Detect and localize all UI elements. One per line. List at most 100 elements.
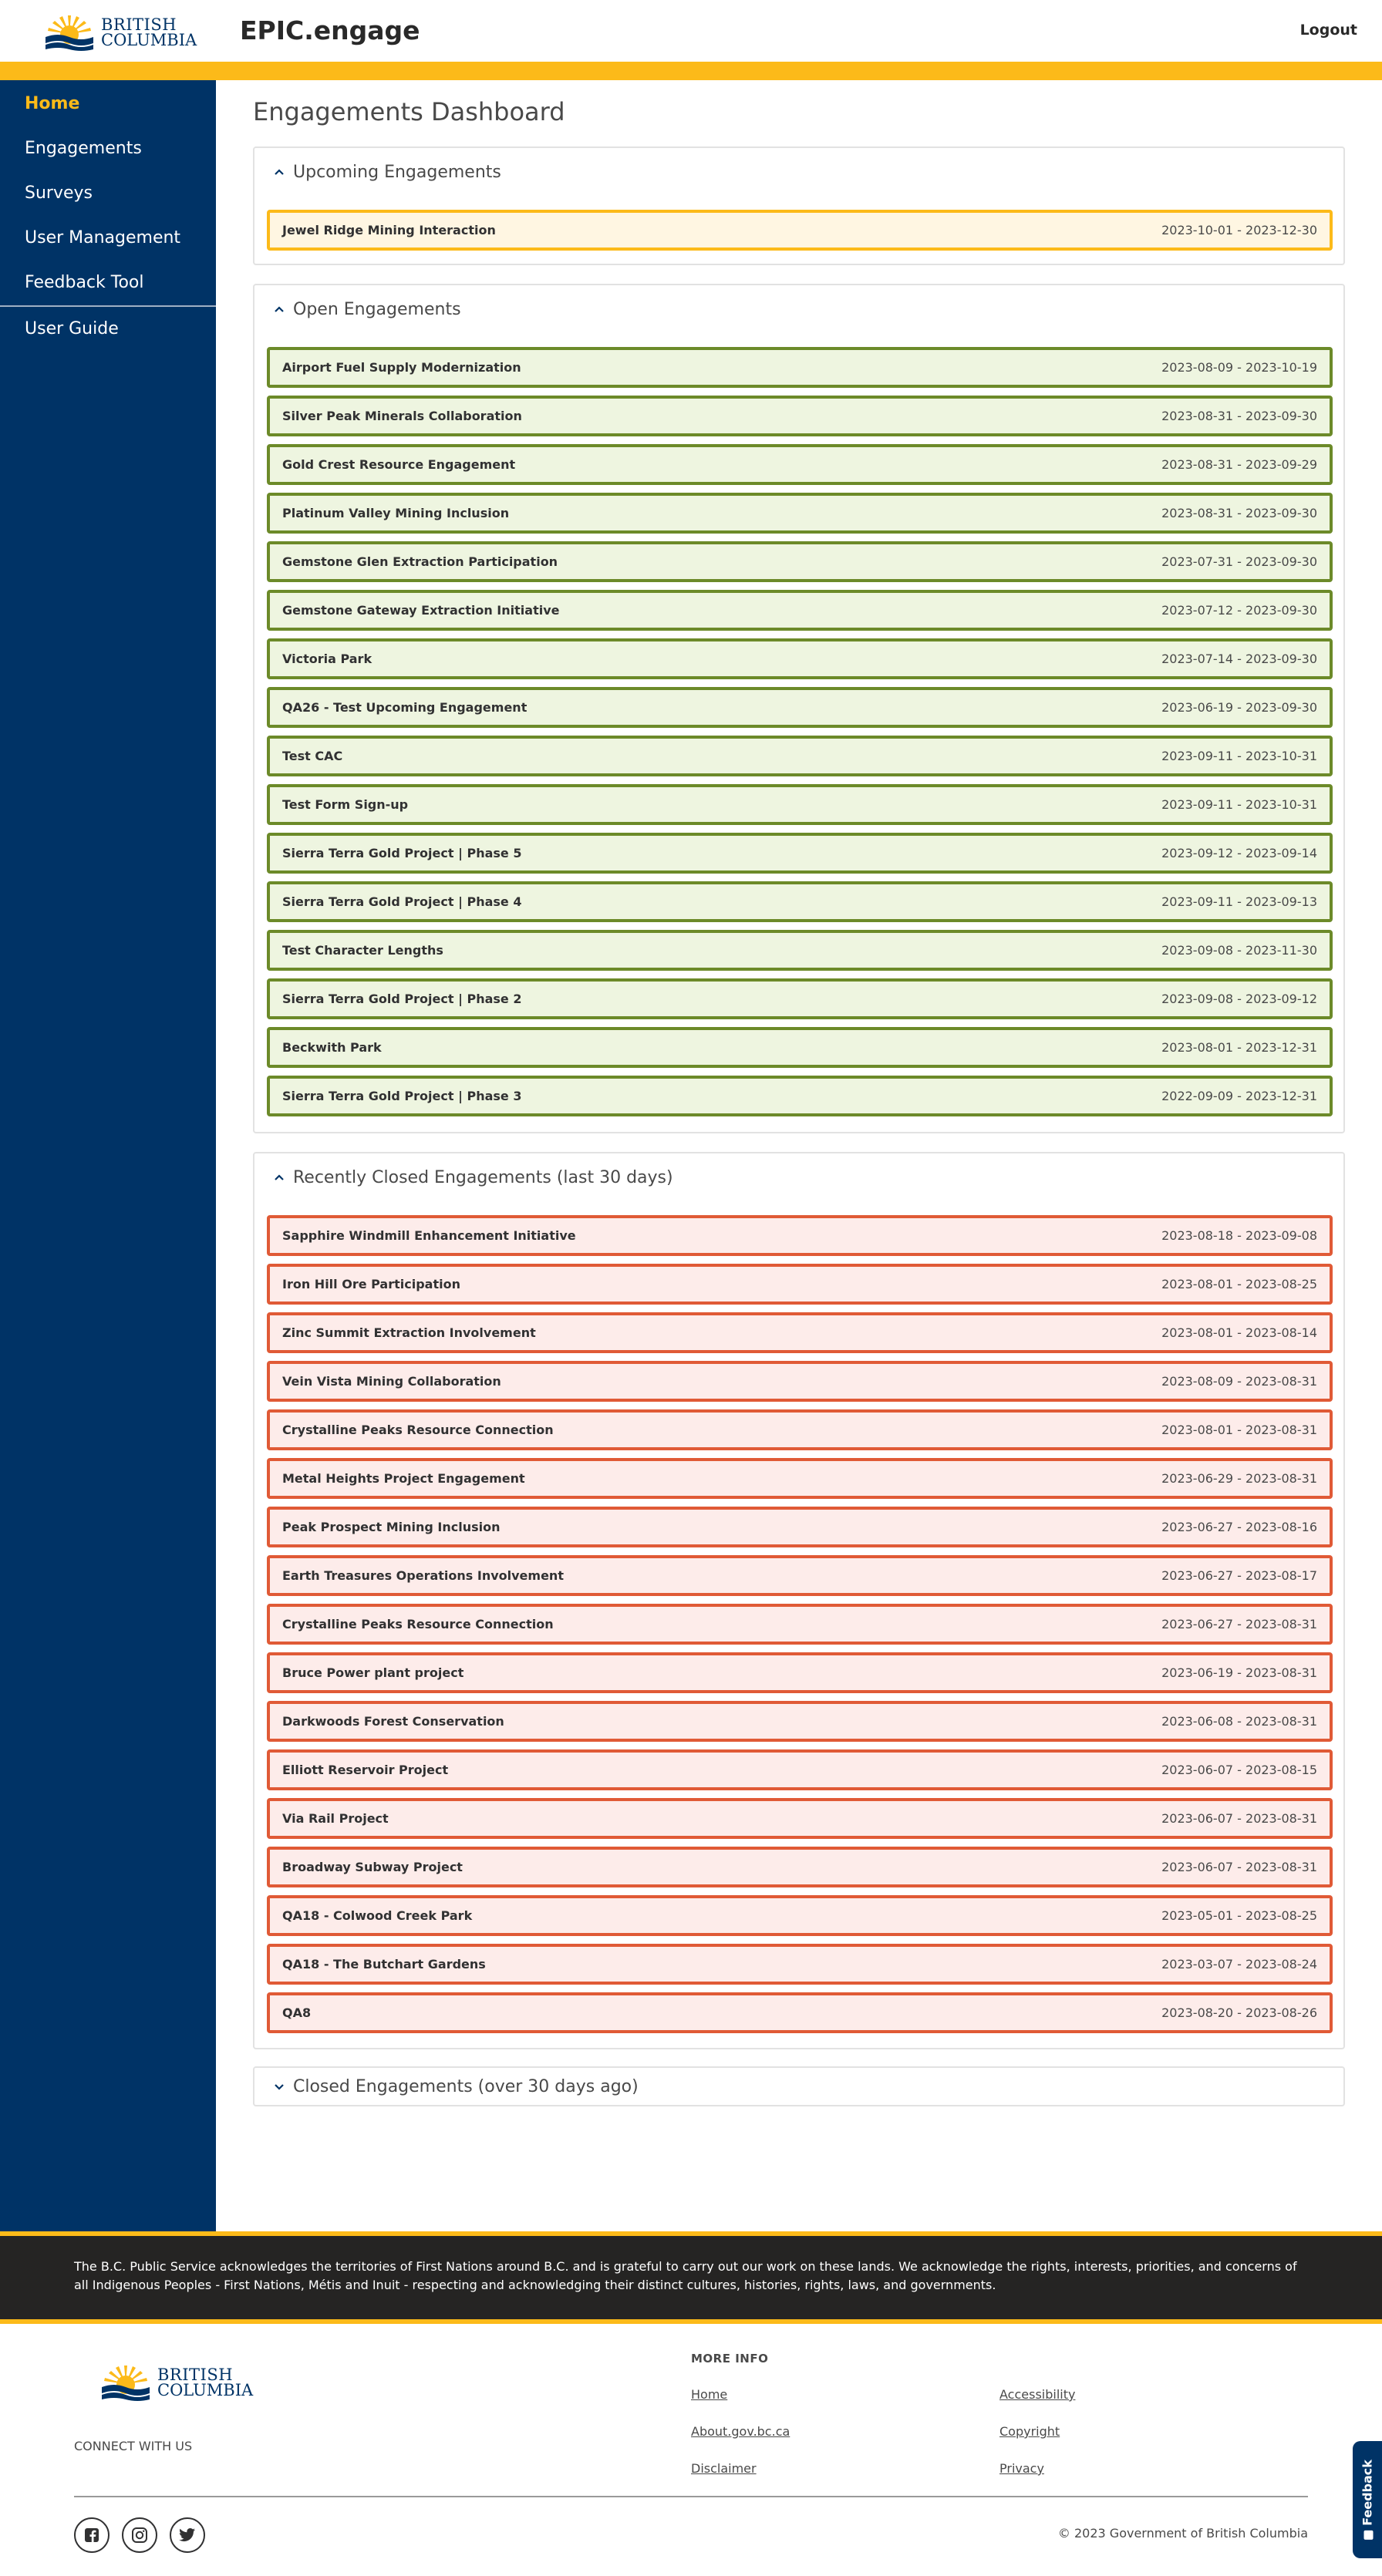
upcoming-engagements-toggle[interactable]: Upcoming Engagements [254,148,1343,196]
engagement-dates: 2023-08-01 - 2023-08-25 [1161,1277,1317,1291]
sidebar-item-user-management[interactable]: User Management [0,216,216,261]
engagement-row[interactable]: Gemstone Glen Extraction Participation 20… [267,541,1333,582]
engagement-row[interactable]: Jewel Ridge Mining Interaction 2023-10-01… [267,210,1333,251]
engagement-row[interactable]: Test Form Sign-up 2023-09-11 - 2023-10-31 [267,784,1333,825]
logo-line-1: BRITISH [101,15,177,34]
engagement-row[interactable]: Zinc Summit Extraction Involvement 2023-0… [267,1312,1333,1353]
facebook-icon[interactable] [74,2517,110,2553]
engagement-dates: 2023-09-11 - 2023-10-31 [1161,749,1317,763]
engagement-row[interactable]: Airport Fuel Supply Modernization 2023-08… [267,347,1333,388]
chevron-up-icon [271,164,287,180]
engagement-row[interactable]: Test Character Lengths 2023-09-08 - 2023-… [267,930,1333,971]
footer-bc-logo[interactable]: BRITISH COLUMBIA [99,2361,253,2401]
footer-link-about[interactable]: About.gov.bc.ca [691,2424,790,2439]
footer-link-copyright[interactable]: Copyright [999,2424,1060,2439]
sidebar: Home Engagements Surveys User Management… [0,80,216,2231]
engagement-dates: 2023-08-31 - 2023-09-30 [1161,506,1317,520]
twitter-icon[interactable] [170,2517,205,2553]
section-title: Upcoming Engagements [293,162,501,182]
engagement-dates: 2023-08-31 - 2023-09-29 [1161,457,1317,472]
engagement-name: Earth Treasures Operations Involvement [282,1568,564,1583]
engagement-dates: 2023-08-09 - 2023-10-19 [1161,360,1317,375]
engagement-dates: 2023-06-29 - 2023-08-31 [1161,1471,1317,1486]
engagement-row[interactable]: Crystalline Peaks Resource Connection 202… [267,1409,1333,1450]
upcoming-engagements-panel: Upcoming Engagements Jewel Ridge Mining … [253,146,1345,265]
engagement-name: Silver Peak Minerals Collaboration [282,409,522,423]
engagement-row[interactable]: Peak Prospect Mining Inclusion 2023-06-27… [267,1507,1333,1547]
engagement-row[interactable]: Iron Hill Ore Participation 2023-08-01 - … [267,1264,1333,1305]
engagement-row[interactable]: Via Rail Project 2023-06-07 - 2023-08-31 [267,1798,1333,1839]
engagement-name: QA18 - Colwood Creek Park [282,1908,473,1923]
engagement-name: Broadway Subway Project [282,1860,463,1874]
engagement-row[interactable]: Sierra Terra Gold Project | Phase 4 2023-… [267,881,1333,922]
engagement-row[interactable]: Sierra Terra Gold Project | Phase 2 2023-… [267,978,1333,1019]
engagement-row[interactable]: Sierra Terra Gold Project | Phase 5 2023-… [267,833,1333,874]
engagement-row[interactable]: QA26 - Test Upcoming Engagement 2023-06-1… [267,687,1333,728]
engagement-name: Jewel Ridge Mining Interaction [282,223,496,237]
engagement-dates: 2023-07-31 - 2023-09-30 [1161,554,1317,569]
engagement-dates: 2023-06-19 - 2023-08-31 [1161,1665,1317,1680]
engagement-dates: 2023-09-11 - 2023-09-13 [1161,894,1317,909]
sidebar-item-user-guide[interactable]: User Guide [0,307,216,352]
footer: BRITISH COLUMBIA CONNECT WITH US MORE IN… [0,2324,1382,2576]
engagement-dates: 2023-08-01 - 2023-12-31 [1161,1040,1317,1055]
engagement-row[interactable]: Vein Vista Mining Collaboration 2023-08-0… [267,1361,1333,1402]
feedback-tab[interactable]: Feedback [1353,2441,1382,2558]
engagement-row[interactable]: Platinum Valley Mining Inclusion 2023-08-… [267,493,1333,534]
open-engagements-toggle[interactable]: Open Engagements [254,285,1343,333]
engagement-row[interactable]: Sapphire Windmill Enhancement Initiative… [267,1215,1333,1256]
footer-link-home[interactable]: Home [691,2387,727,2402]
engagement-name: Beckwith Park [282,1040,382,1055]
engagement-row[interactable]: Earth Treasures Operations Involvement 20… [267,1555,1333,1596]
footer-link-accessibility[interactable]: Accessibility [999,2387,1075,2402]
engagement-name: Gemstone Gateway Extraction Initiative [282,603,560,618]
engagement-row[interactable]: Sierra Terra Gold Project | Phase 3 2022-… [267,1076,1333,1116]
engagement-dates: 2023-05-01 - 2023-08-25 [1161,1908,1317,1923]
engagement-row[interactable]: Test CAC 2023-09-11 - 2023-10-31 [267,736,1333,776]
engagement-row[interactable]: Metal Heights Project Engagement 2023-06-… [267,1458,1333,1499]
app-title[interactable]: EPIC.engage [240,15,420,45]
recently-closed-engagements-panel: Recently Closed Engagements (last 30 day… [253,1152,1345,2049]
app-header: BRITISH COLUMBIA EPIC.engage Logout [0,0,1382,62]
engagement-name: Gold Crest Resource Engagement [282,457,516,472]
sidebar-item-engagements[interactable]: Engagements [0,126,216,171]
engagement-row[interactable]: QA8 2023-08-20 - 2023-08-26 [267,1992,1333,2033]
closed-engagements-toggle[interactable]: Closed Engagements (over 30 days ago) [254,2068,1343,2105]
feedback-tab-text: Feedback [1360,2460,1375,2526]
engagement-dates: 2023-06-07 - 2023-08-15 [1161,1763,1317,1777]
engagement-dates: 2023-07-12 - 2023-09-30 [1161,603,1317,618]
engagement-dates: 2023-08-09 - 2023-08-31 [1161,1374,1317,1389]
engagement-row[interactable]: Gemstone Gateway Extraction Initiative 20… [267,590,1333,631]
footer-link-privacy[interactable]: Privacy [999,2461,1044,2476]
engagement-name: Airport Fuel Supply Modernization [282,360,521,375]
engagement-row[interactable]: Darkwoods Forest Conservation 2023-06-08 … [267,1701,1333,1742]
bc-logo[interactable]: BRITISH COLUMBIA [42,11,197,51]
engagement-name: Sierra Terra Gold Project | Phase 2 [282,992,522,1006]
engagement-row[interactable]: Beckwith Park 2023-08-01 - 2023-12-31 [267,1027,1333,1068]
engagement-dates: 2023-09-12 - 2023-09-14 [1161,846,1317,860]
engagement-row[interactable]: Victoria Park 2023-07-14 - 2023-09-30 [267,638,1333,679]
engagement-row[interactable]: Elliott Reservoir Project 2023-06-07 - 20… [267,1749,1333,1790]
more-info-heading: MORE INFO [691,2352,769,2366]
engagement-dates: 2023-06-27 - 2023-08-16 [1161,1520,1317,1534]
footer-link-disclaimer[interactable]: Disclaimer [691,2461,757,2476]
engagement-name: Sierra Terra Gold Project | Phase 3 [282,1089,522,1103]
recently-closed-engagements-toggle[interactable]: Recently Closed Engagements (last 30 day… [254,1153,1343,1201]
engagement-name: Crystalline Peaks Resource Connection [282,1423,554,1437]
sidebar-item-home[interactable]: Home [0,82,216,126]
engagement-row[interactable]: Crystalline Peaks Resource Connection 202… [267,1604,1333,1645]
engagement-row[interactable]: QA18 - The Butchart Gardens 2023-03-07 - … [267,1944,1333,1985]
land-acknowledgement: The B.C. Public Service acknowledges the… [0,2236,1382,2319]
sidebar-item-feedback-tool[interactable]: Feedback Tool [0,261,216,305]
logout-button[interactable]: Logout [1300,22,1357,39]
engagement-row[interactable]: Silver Peak Minerals Collaboration 2023-0… [267,396,1333,436]
engagement-row[interactable]: QA18 - Colwood Creek Park 2023-05-01 - 20… [267,1895,1333,1936]
sidebar-item-surveys[interactable]: Surveys [0,171,216,216]
engagement-dates: 2023-06-27 - 2023-08-17 [1161,1568,1317,1583]
engagement-name: Platinum Valley Mining Inclusion [282,506,510,520]
engagement-row[interactable]: Broadway Subway Project 2023-06-07 - 2023… [267,1847,1333,1887]
engagement-row[interactable]: Bruce Power plant project 2023-06-19 - 20… [267,1652,1333,1693]
logo-line-2: COLUMBIA [101,31,197,49]
engagement-row[interactable]: Gold Crest Resource Engagement 2023-08-31… [267,444,1333,485]
instagram-icon[interactable] [122,2517,157,2553]
